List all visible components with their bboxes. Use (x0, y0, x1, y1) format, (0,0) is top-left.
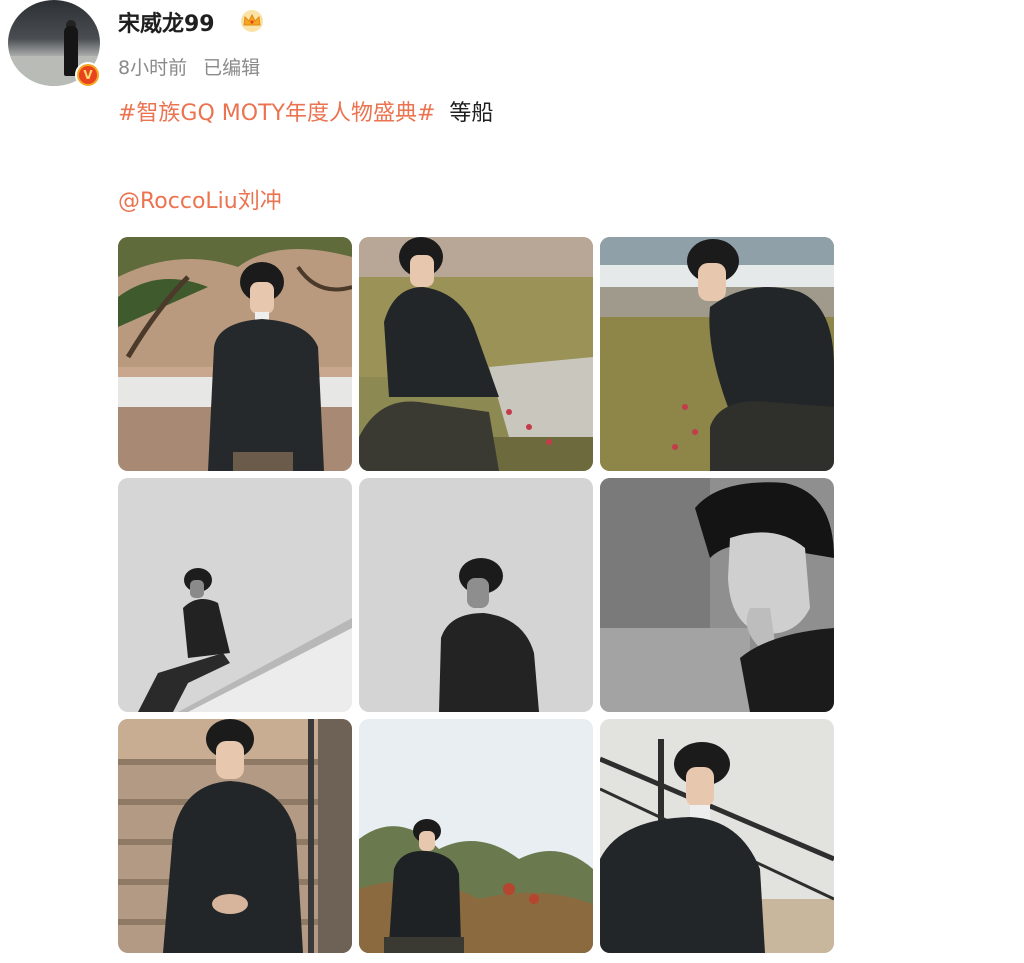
post-body-text: 等船 (449, 101, 494, 126)
photo-thumbnail[interactable] (600, 719, 834, 953)
username[interactable]: 宋威龙99 (118, 6, 215, 38)
photo-thumbnail[interactable] (600, 237, 834, 471)
post-meta: 8小时前 已编辑 (118, 53, 260, 80)
photo-image (600, 237, 834, 471)
crown-icon[interactable] (238, 9, 266, 33)
photo-image (359, 237, 593, 471)
photo-thumbnail[interactable] (118, 237, 352, 471)
photo-image (600, 478, 834, 712)
post-time: 8小时前 (118, 57, 188, 79)
edited-label[interactable]: 已编辑 (203, 57, 260, 79)
photo-image (118, 719, 352, 953)
photo-image (118, 237, 352, 471)
verified-v-letter: V (79, 66, 97, 84)
mention-link[interactable]: @RoccoLiu刘冲 (118, 183, 282, 215)
photo-thumbnail[interactable] (118, 478, 352, 712)
photo-thumbnail[interactable] (359, 719, 593, 953)
photo-image (600, 719, 834, 953)
photo-grid (118, 237, 834, 953)
photo-thumbnail[interactable] (359, 237, 593, 471)
photo-image (359, 719, 593, 953)
photo-image (359, 478, 593, 712)
topic-link[interactable]: #智族GQ MOTY年度人物盛典# (118, 101, 435, 126)
post-text: #智族GQ MOTY年度人物盛典# 等船 (118, 98, 493, 130)
photo-image (118, 478, 352, 712)
verified-badge-icon: V (75, 62, 101, 88)
photo-thumbnail[interactable] (600, 478, 834, 712)
photo-thumbnail[interactable] (118, 719, 352, 953)
photo-thumbnail[interactable] (359, 478, 593, 712)
